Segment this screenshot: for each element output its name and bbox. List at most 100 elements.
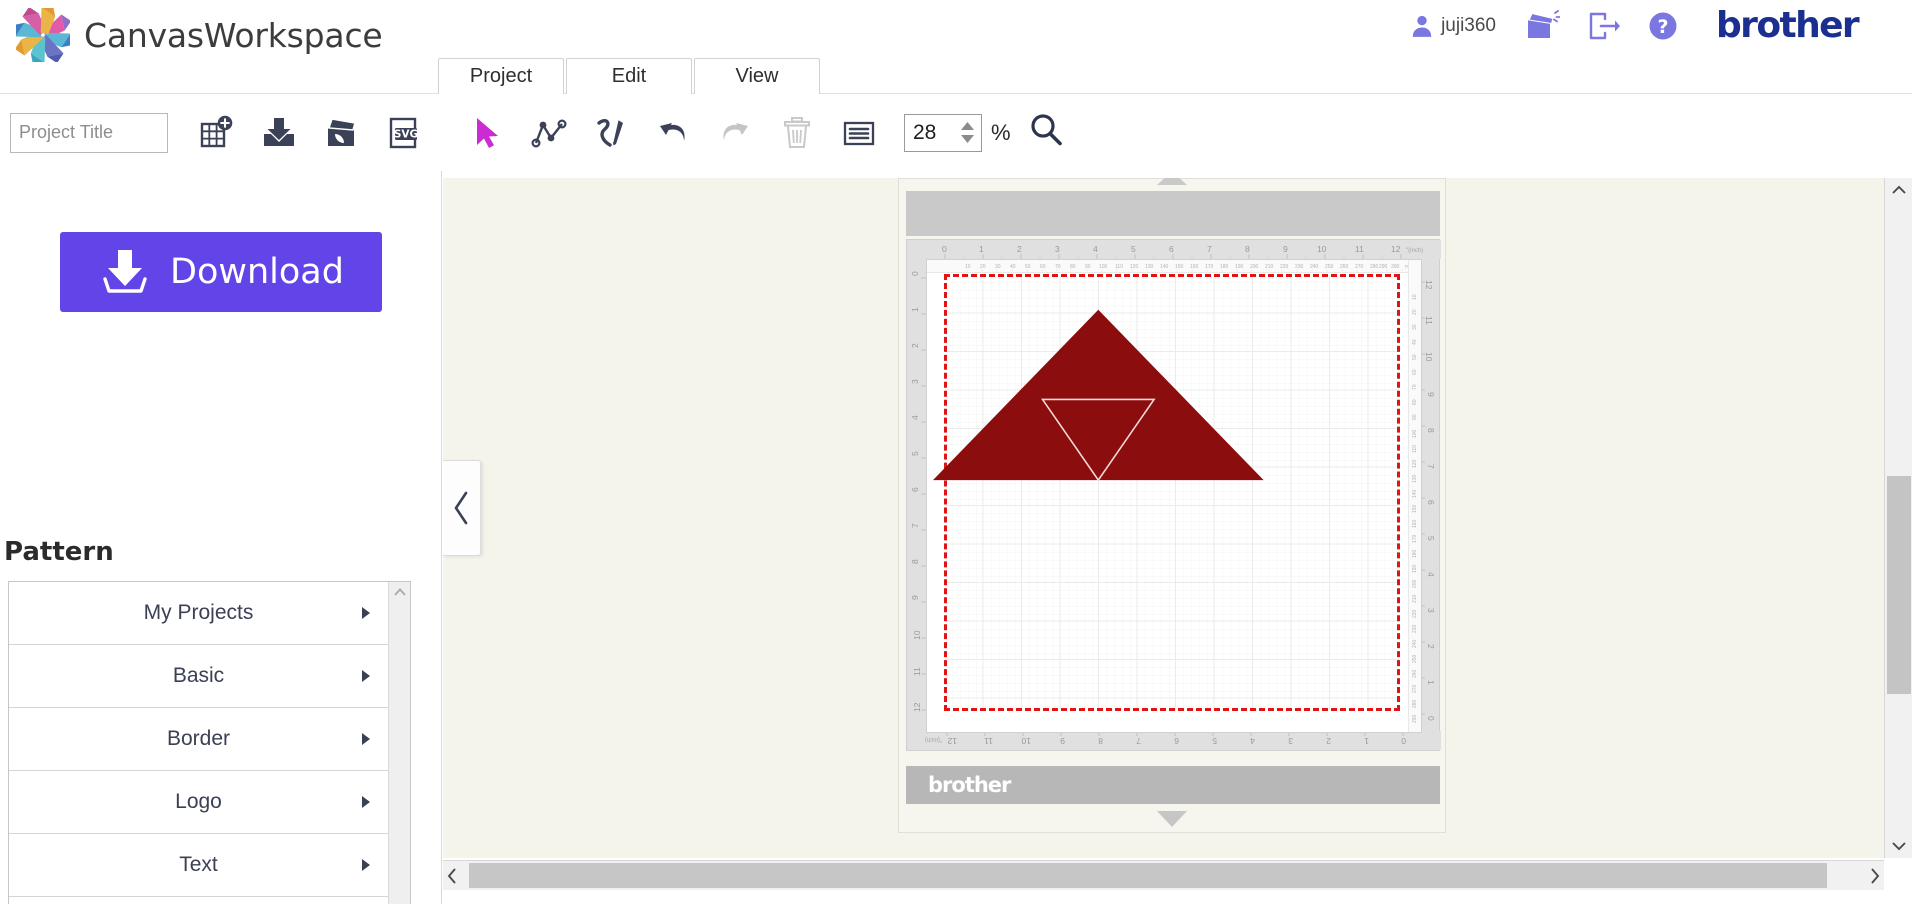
svg-text:9: 9	[910, 595, 920, 600]
folder-new-icon[interactable]	[1524, 10, 1560, 42]
magnifier-icon	[1030, 114, 1062, 146]
spinner-down-icon[interactable]	[960, 134, 975, 144]
tab-edit[interactable]: Edit	[566, 58, 692, 94]
import-svg-button[interactable]: SVG	[372, 102, 434, 164]
chevron-down-icon[interactable]	[1891, 840, 1907, 852]
delete-button[interactable]	[766, 102, 828, 164]
svg-text:80: 80	[1412, 399, 1418, 405]
svg-text:290: 290	[1412, 714, 1418, 723]
svg-text:"(inch): "(inch)	[925, 736, 942, 742]
svg-text:120: 120	[1130, 264, 1139, 270]
tab-project[interactable]: Project	[438, 58, 564, 94]
zoom-spinner[interactable]	[960, 115, 975, 151]
brother-wordmark: brother	[1716, 6, 1862, 46]
chevron-up-icon[interactable]	[1891, 184, 1907, 196]
pattern-item-text[interactable]: Text	[9, 834, 388, 897]
pan-up-icon[interactable]	[1157, 178, 1187, 185]
logout-icon[interactable]	[1588, 11, 1620, 41]
zoom-unit-label: %	[991, 119, 1011, 145]
chevron-up-icon[interactable]	[393, 587, 407, 597]
vertical-scrollbar-thumb[interactable]	[1887, 476, 1911, 694]
pattern-item-border[interactable]: Border	[9, 708, 388, 771]
pattern-list-scrollbar[interactable]	[388, 582, 410, 904]
pattern-item-my-projects[interactable]: My Projects	[9, 582, 388, 645]
file-tool-group: SVG	[186, 102, 434, 164]
svg-text:200: 200	[1250, 264, 1259, 270]
svg-text:"(inch): "(inch)	[1406, 248, 1423, 254]
pattern-item-label: Border	[166, 727, 231, 750]
collapse-panel-button[interactable]	[443, 460, 481, 556]
svg-text:210: 210	[1265, 264, 1274, 270]
svg-text:80: 80	[1070, 264, 1076, 270]
svg-text:220: 220	[1412, 609, 1418, 618]
ruler-horizontal-top: 012 345 678 9 10 11 12 "(inch)	[907, 240, 1441, 259]
svg-text:160: 160	[1412, 519, 1418, 528]
pattern-item-logo[interactable]: Logo	[9, 771, 388, 834]
user-account[interactable]: juji360	[1409, 13, 1496, 39]
svg-text:5: 5	[1131, 244, 1136, 254]
horizontal-scrollbar-thumb[interactable]	[469, 863, 1827, 888]
svg-text:0: 0	[910, 271, 920, 276]
svg-text:11: 11	[1355, 244, 1364, 254]
new-project-button[interactable]	[186, 102, 248, 164]
svg-text:90: 90	[1085, 264, 1091, 270]
pattern-item-label: My Projects	[143, 601, 254, 624]
save-project-button[interactable]	[248, 102, 310, 164]
svg-text:230: 230	[1412, 624, 1418, 633]
svg-text:2: 2	[1426, 644, 1436, 649]
svg-text:230: 230	[1295, 264, 1304, 270]
chevron-left-icon[interactable]	[445, 867, 459, 885]
header-actions: juji360 ? brother	[1409, 6, 1904, 46]
svg-text:brother: brother	[1716, 6, 1860, 46]
help-question-icon[interactable]: ?	[1648, 11, 1678, 41]
work-surface[interactable]: 10 20 30 40 50 60 70 80 90 100 110 120 130 140 150…	[926, 259, 1422, 733]
left-panel: Download Pattern My Projects Basic Borde…	[0, 171, 442, 904]
select-tool-button[interactable]	[456, 102, 518, 164]
svg-text:50: 50	[1025, 264, 1031, 270]
node-edit-button[interactable]	[518, 102, 580, 164]
pan-down-icon[interactable]	[1157, 811, 1187, 827]
svg-text:60: 60	[1040, 264, 1046, 270]
svg-text:130: 130	[1145, 264, 1154, 270]
pattern-item-basic[interactable]: Basic	[9, 645, 388, 708]
svg-text:180: 180	[1412, 549, 1418, 558]
svg-text:8: 8	[1098, 736, 1103, 746]
svg-text:5: 5	[1212, 736, 1217, 746]
project-title-input[interactable]	[10, 112, 168, 153]
open-project-button[interactable]	[310, 102, 372, 164]
svg-text:20: 20	[1412, 309, 1418, 315]
canvas-horizontal-scrollbar[interactable]	[443, 860, 1884, 890]
svg-text:10: 10	[1412, 294, 1418, 300]
edit-tool-group	[456, 102, 890, 164]
mat-sheet: 012 345 678 9 10 11 12 "(inch) 0 1 2 3 4…	[906, 239, 1441, 751]
zoom-field[interactable]: 28	[904, 113, 982, 152]
undo-button[interactable]	[642, 102, 704, 164]
draw-pen-button[interactable]	[580, 102, 642, 164]
ruler-mm-right: 10 20 30 40 50 60 70 80 90 100 110 120 1…	[1408, 260, 1421, 732]
download-button[interactable]: Download	[60, 232, 382, 312]
svg-text:100: 100	[1099, 264, 1108, 270]
svg-text:SVG: SVG	[394, 128, 418, 140]
zoom-value: 28	[913, 120, 937, 144]
properties-button[interactable]	[828, 102, 890, 164]
spinner-up-icon[interactable]	[960, 121, 975, 131]
redo-button[interactable]	[704, 102, 766, 164]
svg-text:200: 200	[1412, 579, 1418, 588]
svg-text:220: 220	[1280, 264, 1289, 270]
svg-text:2: 2	[910, 343, 920, 348]
tab-view[interactable]: View	[694, 58, 820, 94]
svg-text:40: 40	[1412, 339, 1418, 345]
chevron-right-icon[interactable]	[1868, 867, 1882, 885]
svg-text:140: 140	[1160, 264, 1169, 270]
zoom-search-button[interactable]	[1027, 111, 1065, 154]
node-edit-icon	[531, 118, 567, 148]
svg-text:110: 110	[1412, 445, 1418, 453]
canvas-vertical-scrollbar[interactable]	[1884, 178, 1912, 858]
properties-icon	[843, 121, 875, 145]
chevron-right-icon	[362, 733, 370, 745]
tab-edit-label: Edit	[611, 65, 647, 87]
import-svg-icon: SVG	[389, 117, 418, 148]
canvas-area[interactable]: 012 345 678 9 10 11 12 "(inch) 0 1 2 3 4…	[443, 178, 1884, 858]
svg-text:6: 6	[910, 487, 920, 492]
svg-text:6: 6	[1426, 500, 1436, 505]
